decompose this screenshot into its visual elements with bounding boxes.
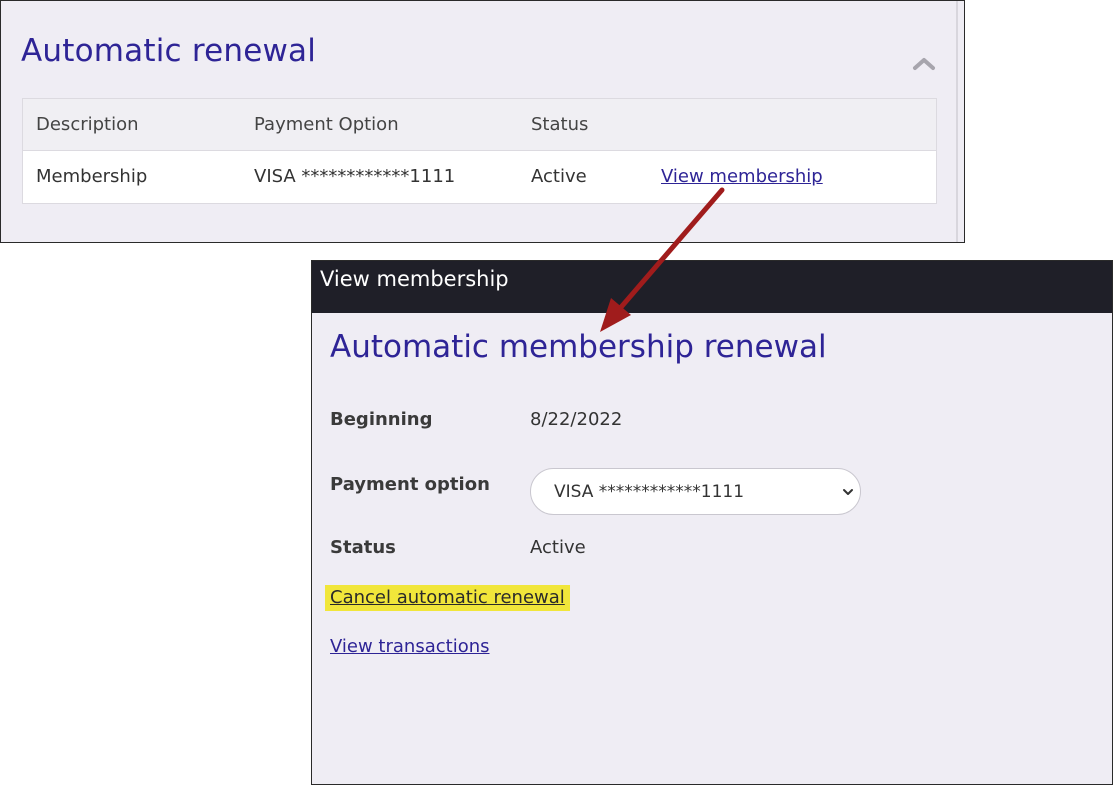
payment-option-label: Payment option xyxy=(330,474,490,495)
column-header-payment-option: Payment Option xyxy=(254,114,399,135)
view-transactions-container: View transactions xyxy=(330,636,490,657)
table-header: Description Payment Option Status xyxy=(23,99,936,151)
row-status: Active xyxy=(531,166,587,187)
renewal-table: Description Payment Option Status Member… xyxy=(22,98,937,204)
payment-option-select[interactable]: VISA ************1111 xyxy=(530,468,861,515)
beginning-value: 8/22/2022 xyxy=(530,409,623,430)
status-label: Status xyxy=(330,537,396,558)
table-row: Membership VISA ************1111 Active … xyxy=(23,151,936,203)
beginning-label: Beginning xyxy=(330,409,433,430)
collapse-button[interactable] xyxy=(909,51,939,75)
view-membership-link[interactable]: View membership xyxy=(661,166,823,187)
row-description: Membership xyxy=(36,166,148,187)
row-payment-option: VISA ************1111 xyxy=(254,166,456,187)
view-transactions-link[interactable]: View transactions xyxy=(330,636,490,657)
status-value: Active xyxy=(530,537,586,558)
panel-scroll-edge xyxy=(956,1,958,242)
chevron-down-icon xyxy=(843,489,853,495)
dialog-heading: Automatic membership renewal xyxy=(330,329,827,365)
dialog-header: View membership xyxy=(312,261,1112,313)
automatic-renewal-panel: Automatic renewal Description Payment Op… xyxy=(0,0,965,243)
payment-option-selected-value: VISA ************1111 xyxy=(554,482,745,502)
panel-title: Automatic renewal xyxy=(21,33,317,69)
column-header-status: Status xyxy=(531,114,589,135)
column-header-description: Description xyxy=(36,114,139,135)
cancel-automatic-renewal-link[interactable]: Cancel automatic renewal xyxy=(330,587,565,608)
view-membership-dialog: View membership Automatic membership ren… xyxy=(311,260,1113,785)
view-membership-cell: View membership xyxy=(661,151,823,203)
cancel-renewal-highlight: Cancel automatic renewal xyxy=(325,585,570,611)
chevron-up-icon xyxy=(913,58,935,70)
